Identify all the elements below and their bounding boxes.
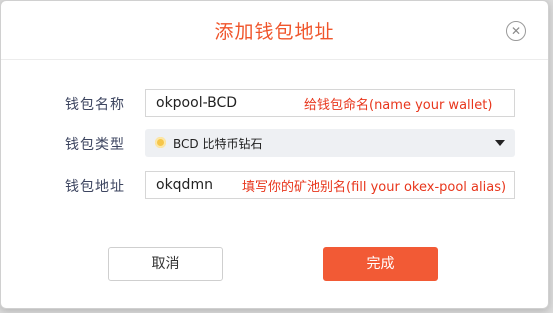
wallet-name-value: okpool-BCD bbox=[156, 95, 238, 111]
close-icon[interactable]: ✕ bbox=[506, 21, 526, 41]
wallet-name-hint: 给钱包命名(name your wallet) bbox=[304, 98, 493, 113]
cancel-button[interactable]: 取消 bbox=[108, 247, 223, 281]
confirm-button[interactable]: 完成 bbox=[323, 247, 438, 281]
wallet-type-select[interactable]: BCD 比特币钻石 bbox=[145, 129, 515, 157]
wallet-type-row: 钱包类型 BCD 比特币钻石 bbox=[1, 129, 548, 157]
wallet-address-input[interactable]: okqdmn 填写你的矿池别名(fill your okex-pool alia… bbox=[145, 171, 515, 199]
wallet-type-label: 钱包类型 bbox=[65, 137, 125, 153]
bcd-coin-icon bbox=[155, 137, 166, 148]
wallet-name-label: 钱包名称 bbox=[65, 97, 125, 113]
wallet-address-hint: 填写你的矿池别名(fill your okex-pool alias) bbox=[242, 180, 507, 195]
wallet-address-value: okqdmn bbox=[156, 177, 213, 193]
wallet-address-row: 钱包地址 okqdmn 填写你的矿池别名(fill your okex-pool… bbox=[1, 171, 548, 199]
add-wallet-dialog: 添加钱包地址 ✕ 钱包名称 okpool-BCD 给钱包命名(name your… bbox=[0, 0, 549, 309]
wallet-type-value: BCD 比特币钻石 bbox=[173, 137, 263, 151]
wallet-name-input[interactable]: okpool-BCD 给钱包命名(name your wallet) bbox=[145, 89, 515, 117]
chevron-down-icon bbox=[495, 140, 505, 146]
dialog-header: 添加钱包地址 ✕ bbox=[1, 1, 548, 60]
wallet-name-row: 钱包名称 okpool-BCD 给钱包命名(name your wallet) bbox=[1, 89, 548, 117]
wallet-address-label: 钱包地址 bbox=[65, 179, 125, 195]
dialog-title: 添加钱包地址 bbox=[214, 21, 335, 43]
